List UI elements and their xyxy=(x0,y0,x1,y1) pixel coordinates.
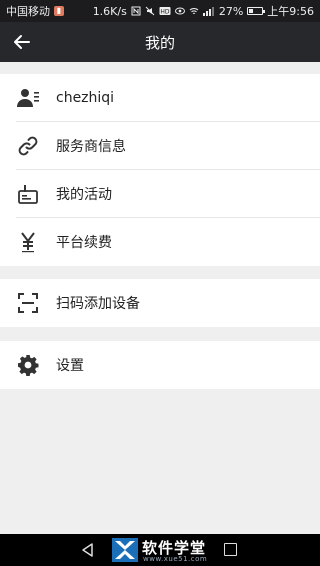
user-icon xyxy=(16,86,40,110)
yen-icon xyxy=(16,230,40,254)
menu-group-device: 扫码添加设备 xyxy=(0,279,320,327)
username-label: chezhiqi xyxy=(56,90,115,106)
menu-item-username[interactable]: chezhiqi xyxy=(0,74,320,122)
status-bar: 中国移动 ▮ 1.6K/s HD 27% 上午9:56 xyxy=(0,0,320,22)
system-nav-bar: 软件学堂 www.xue51.com xyxy=(0,534,320,566)
nav-recents-icon[interactable] xyxy=(224,543,237,556)
carrier-badge-icon: ▮ xyxy=(54,6,64,16)
mute-icon xyxy=(145,6,155,16)
menu-group-profile: chezhiqi 服务商信息 我的活动 平台续费 xyxy=(0,74,320,266)
wifi-icon xyxy=(189,8,199,14)
menu-item-platform-renewal[interactable]: 平台续费 xyxy=(0,218,320,266)
scan-add-device-label: 扫码添加设备 xyxy=(56,296,140,312)
scan-icon xyxy=(16,291,40,315)
provider-info-label: 服务商信息 xyxy=(56,139,126,155)
svg-text:HD: HD xyxy=(160,9,170,16)
menu-item-provider-info[interactable]: 服务商信息 xyxy=(0,122,320,170)
hd-icon: HD xyxy=(159,7,171,16)
platform-renewal-label: 平台续费 xyxy=(56,235,112,251)
badge-icon xyxy=(16,182,40,206)
network-speed: 1.6K/s xyxy=(92,4,127,18)
back-button[interactable] xyxy=(10,30,34,54)
menu-group-settings: 设置 xyxy=(0,341,320,389)
page-title: 我的 xyxy=(144,33,175,52)
eye-icon xyxy=(174,7,185,15)
menu-item-my-activities[interactable]: 我的活动 xyxy=(0,170,320,218)
link-icon xyxy=(16,134,40,158)
settings-label: 设置 xyxy=(56,358,84,374)
menu-item-scan-add-device[interactable]: 扫码添加设备 xyxy=(0,279,320,327)
signal-icon xyxy=(202,7,214,16)
clock: 上午9:56 xyxy=(267,5,314,18)
nfc-icon xyxy=(131,6,141,16)
gear-icon xyxy=(16,353,40,377)
battery-percent: 27% xyxy=(218,4,244,18)
watermark-url: www.xue51.com xyxy=(143,555,208,563)
nav-back-icon[interactable] xyxy=(80,542,96,558)
my-activities-label: 我的活动 xyxy=(56,187,112,203)
arrow-left-icon xyxy=(14,35,30,49)
battery-icon xyxy=(247,7,266,15)
watermark-logo-icon xyxy=(112,538,138,562)
carrier-label: 中国移动 xyxy=(6,5,50,18)
app-header: 我的 xyxy=(0,22,320,62)
menu-item-settings[interactable]: 设置 xyxy=(0,341,320,389)
